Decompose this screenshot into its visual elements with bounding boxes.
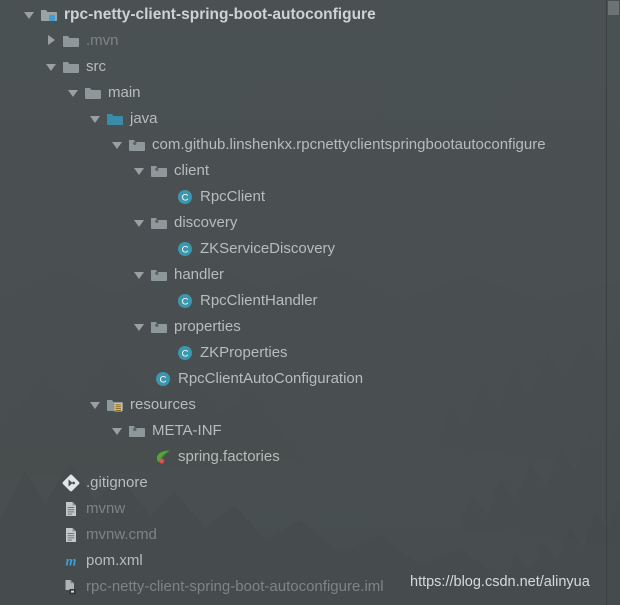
tree-row-label: src [86, 58, 106, 75]
tree-row-label: ZKServiceDiscovery [200, 240, 336, 257]
svg-text:m: m [66, 555, 77, 570]
tree-row-label: main [108, 84, 141, 101]
module-folder-icon [40, 6, 58, 24]
chevron-down-icon[interactable] [88, 106, 103, 132]
tree-row-mvnw[interactable]: mvnw [0, 496, 620, 522]
tree-row-label: RpcClientAutoConfiguration [178, 370, 364, 387]
chevron-down-icon[interactable] [44, 54, 59, 80]
project-file-tree[interactable]: rpc-netty-client-spring-boot-autoconfigu… [0, 0, 620, 600]
chevron-down-icon[interactable] [132, 262, 147, 288]
tree-row-label: RpcClient [200, 188, 266, 205]
vertical-scrollbar[interactable] [606, 0, 620, 605]
folder-icon [84, 84, 102, 102]
package-icon [128, 136, 146, 154]
spring-leaf-icon [154, 448, 172, 466]
tree-row-class-zkservicediscovery[interactable]: C ZKServiceDiscovery [0, 236, 620, 262]
tree-row-label: mvnw.cmd [86, 526, 157, 543]
chevron-down-icon[interactable] [66, 80, 81, 106]
chevron-down-icon[interactable] [132, 210, 147, 236]
svg-text:C: C [182, 297, 189, 308]
svg-text:C: C [160, 375, 167, 386]
tree-row-package-handler[interactable]: handler [0, 262, 620, 288]
tree-row-label: java [130, 110, 158, 127]
tree-row-src-folder[interactable]: src [0, 54, 620, 80]
project-tool-window[interactable]: rpc-netty-client-spring-boot-autoconfigu… [0, 0, 620, 605]
tree-row-gitignore[interactable]: .gitignore [0, 470, 620, 496]
csdn-watermark: https://blog.csdn.net/alinyua [410, 574, 590, 590]
chevron-down-icon[interactable] [132, 158, 147, 184]
tree-row-package-properties[interactable]: properties [0, 314, 620, 340]
iml-icon [62, 578, 80, 596]
tree-row-pom-xml[interactable]: m pom.xml [0, 548, 620, 574]
java-class-icon: C [176, 344, 194, 362]
tree-row-meta-inf[interactable]: META-INF [0, 418, 620, 444]
chevron-down-icon[interactable] [22, 2, 37, 28]
tree-row-java-source-root[interactable]: java [0, 106, 620, 132]
tree-row-label: ZKProperties [200, 344, 288, 361]
package-icon [128, 422, 146, 440]
java-class-icon: C [154, 370, 172, 388]
java-class-icon: C [176, 240, 194, 258]
tree-row-module-root[interactable]: rpc-netty-client-spring-boot-autoconfigu… [0, 2, 620, 28]
file-icon [62, 526, 80, 544]
source-root-folder-icon [106, 110, 124, 128]
java-class-icon: C [176, 188, 194, 206]
tree-row-label: rpc-netty-client-spring-boot-autoconfigu… [86, 578, 384, 595]
tree-row-spring-factories[interactable]: spring.factories [0, 444, 620, 470]
chevron-down-icon[interactable] [110, 132, 125, 158]
tree-row-label: properties [174, 318, 241, 335]
svg-text:C: C [182, 193, 189, 204]
tree-row-class-zkproperties[interactable]: C ZKProperties [0, 340, 620, 366]
tree-row-class-rpcclienthandler[interactable]: C RpcClientHandler [0, 288, 620, 314]
file-icon [62, 500, 80, 518]
tree-row-resources-root[interactable]: resources [0, 392, 620, 418]
tree-row-mvn-folder[interactable]: .mvn [0, 28, 620, 54]
git-icon [62, 474, 80, 492]
chevron-down-icon[interactable] [132, 314, 147, 340]
svg-text:C: C [182, 245, 189, 256]
tree-row-label: .gitignore [86, 474, 148, 491]
tree-row-label: mvnw [86, 500, 126, 517]
tree-row-label: .mvn [86, 32, 119, 49]
package-icon [150, 318, 168, 336]
maven-icon: m [62, 552, 80, 570]
resource-root-folder-icon [106, 396, 124, 414]
tree-row-label: com.github.linshenkx.rpcnettyclientsprin… [152, 136, 546, 153]
tree-row-label: spring.factories [178, 448, 280, 465]
tree-row-label: handler [174, 266, 225, 283]
folder-icon [62, 58, 80, 76]
chevron-down-icon[interactable] [88, 392, 103, 418]
tree-row-label: resources [130, 396, 196, 413]
tree-row-label: discovery [174, 214, 238, 231]
package-icon [150, 162, 168, 180]
chevron-down-icon[interactable] [110, 418, 125, 444]
chevron-right-icon[interactable] [44, 28, 59, 54]
package-icon [150, 266, 168, 284]
tree-row-mvnw-cmd[interactable]: mvnw.cmd [0, 522, 620, 548]
tree-row-label: pom.xml [86, 552, 143, 569]
tree-row-package-client[interactable]: client [0, 158, 620, 184]
tree-row-package-root[interactable]: com.github.linshenkx.rpcnettyclientsprin… [0, 132, 620, 158]
folder-icon [62, 32, 80, 50]
svg-text:C: C [182, 349, 189, 360]
tree-row-label: client [174, 162, 210, 179]
tree-row-class-rpcclientautoconfiguration[interactable]: C RpcClientAutoConfiguration [0, 366, 620, 392]
tree-row-label: rpc-netty-client-spring-boot-autoconfigu… [64, 6, 376, 23]
tree-row-label: META-INF [152, 422, 222, 439]
tree-row-class-rpcclient[interactable]: C RpcClient [0, 184, 620, 210]
vertical-scrollbar-thumb[interactable] [608, 1, 619, 15]
java-class-icon: C [176, 292, 194, 310]
package-icon [150, 214, 168, 232]
tree-row-main-folder[interactable]: main [0, 80, 620, 106]
tree-row-label: RpcClientHandler [200, 292, 318, 309]
tree-row-package-discovery[interactable]: discovery [0, 210, 620, 236]
